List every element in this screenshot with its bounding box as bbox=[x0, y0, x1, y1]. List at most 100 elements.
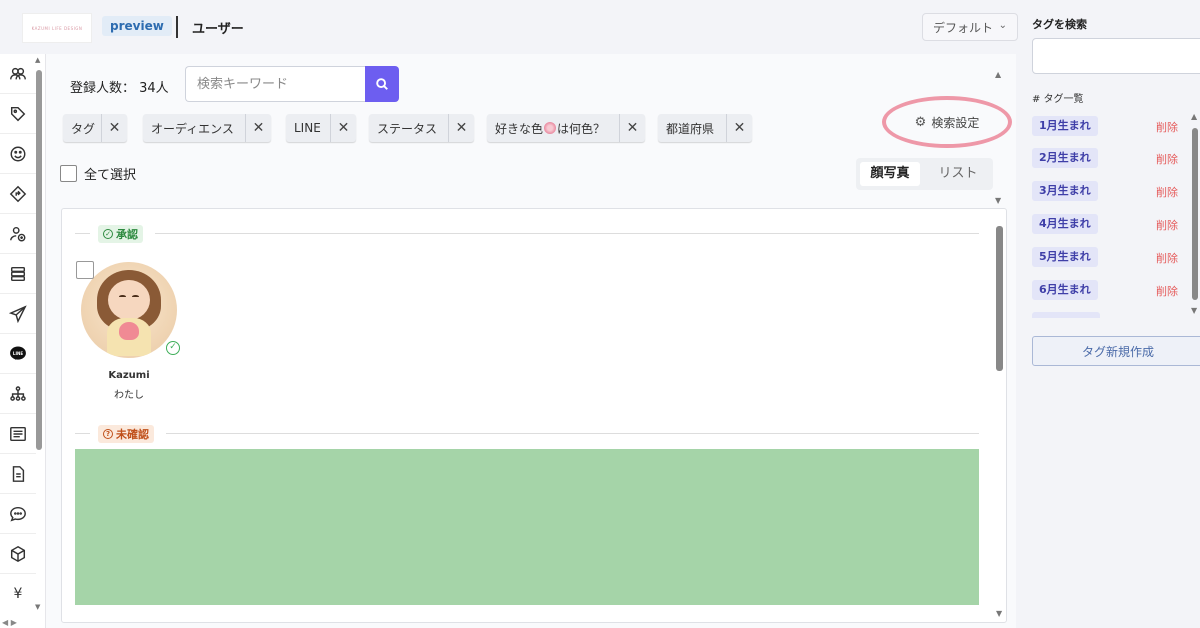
page-title: ユーザー bbox=[192, 22, 244, 37]
sidebar-item-tags[interactable] bbox=[0, 94, 36, 134]
delete-tag-link[interactable]: 削除 bbox=[1156, 151, 1178, 167]
send-icon bbox=[9, 304, 27, 323]
sidebar-item-yen[interactable]: ¥ bbox=[0, 574, 36, 614]
heart-icon bbox=[119, 322, 139, 340]
scroll-up-icon[interactable]: ▲ bbox=[995, 70, 1001, 79]
select-all-label: 全て選択 bbox=[84, 168, 137, 183]
create-tag-button[interactable]: タグ新規作成 bbox=[1032, 336, 1200, 366]
tag-list-scrollbar[interactable] bbox=[1192, 128, 1198, 300]
main-panel: 登録人数： 34人 タグ ✕ オーディエンス ✕ LINE ✕ ステータス ✕ … bbox=[46, 54, 1016, 628]
avatar[interactable] bbox=[81, 262, 177, 358]
sidebar-item-send[interactable] bbox=[0, 294, 36, 334]
sidebar-scroll-down-icon[interactable]: ▼ bbox=[35, 603, 40, 611]
sidebar-item-smile[interactable] bbox=[0, 134, 36, 174]
brand-logo[interactable]: KAZUMI LIFE DESIGN bbox=[22, 13, 92, 43]
scroll-up-icon[interactable]: ▲ bbox=[1191, 112, 1197, 121]
yen-icon: ¥ bbox=[13, 586, 23, 602]
sidebar-item-route[interactable] bbox=[0, 174, 36, 214]
checkbox[interactable] bbox=[60, 165, 77, 182]
search-icon bbox=[376, 78, 388, 90]
sidebar-scroll-up-icon[interactable]: ▲ bbox=[35, 56, 40, 64]
sidebar-scrollbar[interactable] bbox=[36, 70, 42, 450]
sidebar-item-list[interactable] bbox=[0, 414, 36, 454]
close-icon[interactable]: ✕ bbox=[245, 114, 271, 142]
section-divider bbox=[75, 433, 90, 434]
filter-chip-favorite-color[interactable]: 好きな色 は何色？ ✕ bbox=[487, 114, 645, 142]
avatar-eye bbox=[119, 295, 126, 298]
keyword-search-input[interactable] bbox=[185, 66, 365, 102]
tab-face-photo[interactable]: 顔写真 bbox=[860, 162, 920, 186]
tag-pill[interactable]: 4月生まれ bbox=[1032, 214, 1098, 234]
approved-label: 承認 bbox=[116, 228, 138, 241]
smile-icon bbox=[10, 146, 26, 161]
scroll-down-icon[interactable]: ▼ bbox=[1191, 306, 1197, 315]
chat-icon bbox=[10, 506, 26, 522]
close-icon[interactable]: ✕ bbox=[101, 114, 127, 142]
section-divider bbox=[166, 433, 979, 434]
tag-row: 2月生まれ 削除 bbox=[1032, 148, 1192, 170]
left-sidebar: LINE ¥ ▲ ▼ ◀ ▶ bbox=[0, 54, 46, 628]
delete-tag-link[interactable]: 削除 bbox=[1156, 283, 1178, 299]
view-preset-select[interactable]: デフォルト ⌄ bbox=[922, 13, 1018, 41]
user-grid: ✓ 承認 ✓ Kazumi わたし ? 未確認 ▼ bbox=[61, 208, 1007, 623]
delete-tag-link[interactable]: 削除 bbox=[1156, 250, 1178, 266]
tag-pill[interactable]: 3月生まれ bbox=[1032, 181, 1098, 201]
chip-label: LINE bbox=[294, 121, 321, 135]
verified-check-icon: ✓ bbox=[166, 341, 180, 355]
sidebar-item-users[interactable] bbox=[0, 54, 36, 94]
tag-pill[interactable]: 5月生まれ bbox=[1032, 247, 1098, 267]
close-icon[interactable]: ✕ bbox=[448, 114, 474, 142]
chip-label: タグ bbox=[71, 121, 96, 136]
sidebar-item-user-add[interactable] bbox=[0, 214, 36, 254]
scroll-down-icon[interactable]: ▼ bbox=[995, 196, 1001, 205]
search-button[interactable] bbox=[365, 66, 399, 102]
user-add-icon bbox=[10, 226, 26, 241]
chip-label-before: 好きな色 bbox=[495, 121, 544, 136]
tag-row: 1月生まれ 削除 bbox=[1032, 116, 1192, 138]
search-settings-button[interactable]: ⚙ 検索設定 bbox=[882, 96, 1012, 148]
tab-list[interactable]: リスト bbox=[928, 162, 988, 186]
sidebar-item-document[interactable] bbox=[0, 454, 36, 494]
avatar-face bbox=[108, 280, 150, 320]
tag-pill[interactable]: 6月生まれ bbox=[1032, 280, 1098, 300]
delete-tag-link[interactable]: 削除 bbox=[1156, 184, 1178, 200]
sidebar-item-line[interactable]: LINE bbox=[0, 334, 36, 374]
sidebar-horizontal-scroll-icon[interactable]: ◀ ▶ bbox=[2, 618, 17, 627]
select-all-checkbox[interactable]: 全て選択 bbox=[60, 164, 136, 183]
user-grid-scrollbar[interactable] bbox=[996, 226, 1003, 371]
unconfirmed-users-area bbox=[75, 449, 979, 605]
delete-tag-link[interactable]: 削除 bbox=[1156, 217, 1178, 233]
filter-chip-audience[interactable]: オーディエンス ✕ bbox=[143, 114, 271, 142]
filter-chip-tag[interactable]: タグ ✕ bbox=[63, 114, 127, 142]
sitemap-icon bbox=[10, 385, 26, 401]
section-divider bbox=[75, 233, 90, 234]
chip-label: 都道府県 bbox=[666, 121, 715, 136]
scroll-down-icon[interactable]: ▼ bbox=[996, 609, 1002, 618]
close-icon[interactable]: ✕ bbox=[726, 114, 752, 142]
filter-chip-status[interactable]: ステータス ✕ bbox=[369, 114, 474, 142]
filter-chip-line[interactable]: LINE ✕ bbox=[286, 114, 356, 142]
tag-pill[interactable]: 1月生まれ bbox=[1032, 116, 1098, 136]
close-icon[interactable]: ✕ bbox=[330, 114, 356, 142]
question-circle-icon: ? bbox=[103, 429, 113, 439]
filter-chip-prefecture[interactable]: 都道府県 ✕ bbox=[658, 114, 752, 142]
tag-panel: タグを検索 # タグ一覧 1月生まれ 削除 2月生まれ 削除 3月生まれ 削除 … bbox=[1024, 0, 1200, 628]
unconfirmed-section-badge: ? 未確認 bbox=[98, 425, 154, 443]
sidebar-item-sitemap[interactable] bbox=[0, 374, 36, 414]
view-mode-toggle: 顔写真 リスト bbox=[856, 158, 993, 190]
sidebar-item-box[interactable] bbox=[0, 534, 36, 574]
sidebar-item-chat[interactable] bbox=[0, 494, 36, 534]
sidebar-item-database[interactable] bbox=[0, 254, 36, 294]
check-circle-icon: ✓ bbox=[103, 229, 113, 239]
unconfirmed-label: 未確認 bbox=[116, 428, 149, 441]
tag-pill-partial bbox=[1032, 312, 1100, 318]
preview-badge[interactable]: preview bbox=[102, 16, 172, 36]
delete-tag-link[interactable]: 削除 bbox=[1156, 119, 1178, 135]
tag-search-input[interactable] bbox=[1032, 38, 1200, 74]
user-select-checkbox[interactable] bbox=[76, 261, 94, 279]
user-name[interactable]: Kazumi bbox=[81, 370, 177, 381]
flower-icon bbox=[544, 122, 557, 134]
diamond-arrow-icon bbox=[9, 185, 27, 202]
tag-pill[interactable]: 2月生まれ bbox=[1032, 148, 1098, 168]
close-icon[interactable]: ✕ bbox=[619, 114, 645, 142]
